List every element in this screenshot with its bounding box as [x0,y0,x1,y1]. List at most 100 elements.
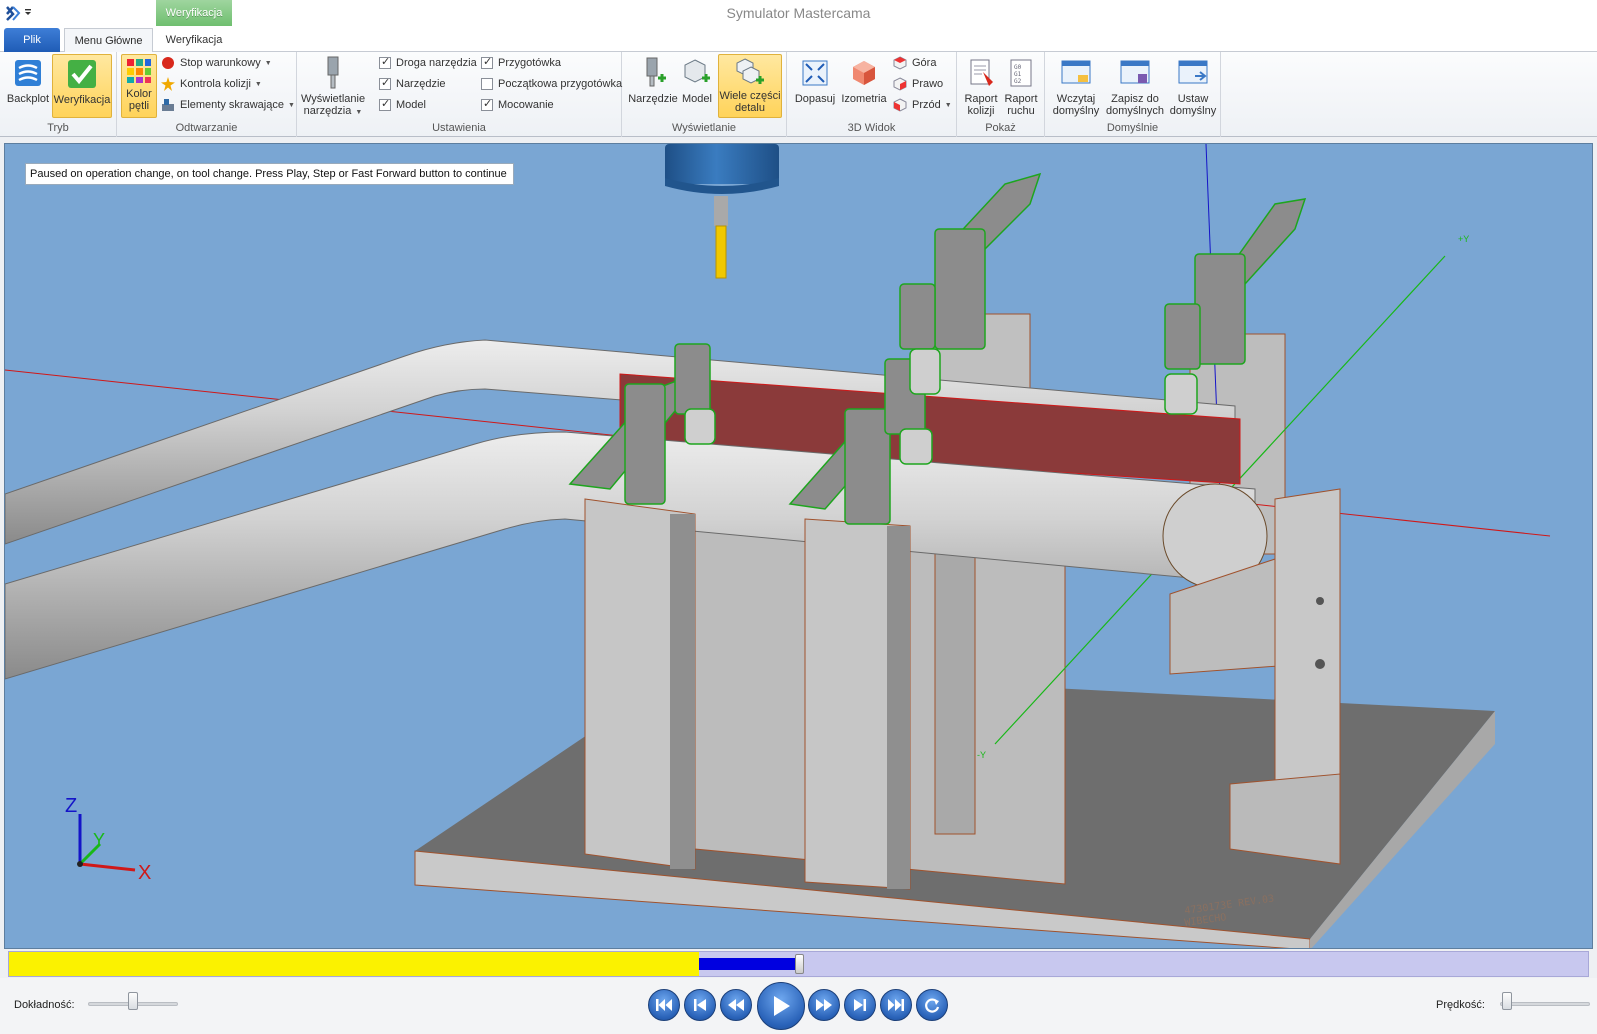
save-default-button[interactable]: Zapisz do domyślnych [1105,54,1165,118]
tool-check-box[interactable] [379,76,391,90]
motion-report-label-1: Raport [1004,93,1038,105]
loop-button[interactable] [916,989,948,1021]
fixture-check-box[interactable] [481,97,493,111]
group-ustawienia: Wyświetlanie narzędzia▼ Droga narzędzia … [297,52,622,137]
fit-button[interactable]: Dopasuj [793,54,837,118]
svg-text:G0: G0 [1014,64,1022,71]
initial-stock-checkbox[interactable]: Początkowa przygotówka [481,75,622,93]
right-view-button[interactable]: Prawo [893,75,943,93]
multi-part-button[interactable]: Wiele części detalu [718,54,782,118]
color-palette-icon [127,59,151,83]
isometric-button[interactable]: Izometria [839,54,889,118]
multi-part-label-2: detalu [735,102,765,114]
go-to-start-button[interactable] [648,989,680,1021]
accuracy-slider-handle[interactable] [128,992,138,1010]
svg-text:G1: G1 [1014,71,1022,78]
toolpath-checkbox[interactable]: Droga narzędzia [379,54,477,72]
backplot-button[interactable]: Backplot [4,54,52,118]
simulation-scene: 4730173E REV.03 WIBECHO +Y -Y Z Y X [5,144,1551,948]
stock-checkbox[interactable]: Przygotówka [481,54,561,72]
collision-check-dropdown[interactable]: Kontrola kolizji ▼ [161,75,262,93]
backplot-label: Backplot [6,93,50,105]
play-icon [774,996,790,1016]
show-tool-button[interactable]: Narzędzie [628,54,678,118]
conditional-stop-label: Stop warunkowy [180,57,261,69]
top-view-button[interactable]: Góra [893,54,936,72]
motion-report-button[interactable]: G0 G1 G2 Raport ruchu [1001,54,1041,118]
motion-report-label-2: ruchu [1007,105,1035,117]
tool-display-label-2: narzędzia [303,105,352,117]
multi-part-icon [736,58,764,84]
group-pokaz: Raport kolizji G0 G1 G2 Raport ruchu Pok… [957,52,1045,137]
simulation-timeline[interactable] [8,951,1589,977]
tab-verification[interactable]: Weryfikacja [156,28,232,52]
collision-report-button[interactable]: Raport kolizji [961,54,1001,118]
collision-report-label-1: Raport [964,93,998,105]
ribbon-tabs: Plik Menu Główne Weryfikacja [0,26,1597,52]
timeline-completed-segment [9,952,700,976]
step-back-button[interactable] [684,989,716,1021]
plus-y-label: +Y [1458,234,1469,244]
cutting-elements-label: Elementy skrawające [180,99,284,111]
group-odtwarzanie: Kolor pętli Stop warunkowy ▼ Kontrola kol… [117,52,297,137]
loop-color-label-2: pętli [128,100,150,112]
speed-slider-track[interactable] [1500,1002,1590,1006]
ribbon: Backplot Weryfikacja Tryb Kolor pętli St… [0,52,1597,137]
load-default-label-2: domyślny [1052,105,1100,117]
show-model-label: Model [682,93,712,105]
stock-label: Przygotówka [498,57,561,69]
loop-icon [925,998,940,1013]
play-button[interactable] [757,982,805,1030]
context-tab-verification: Weryfikacja [156,0,232,26]
chevron-down-icon: ▼ [355,109,363,116]
checkmark-icon [68,60,96,88]
group-label-domyslnie: Domyślnie [1106,122,1159,134]
front-view-dropdown[interactable]: Przód ▼ [893,96,952,114]
model-checkbox[interactable]: Model [379,96,426,114]
rewind-button[interactable] [720,989,752,1021]
step-forward-button[interactable] [844,989,876,1021]
chevron-down-icon: ▼ [944,101,952,109]
fast-forward-button[interactable] [808,989,840,1021]
isometric-cube-icon [853,61,875,85]
weryfikacja-button[interactable]: Weryfikacja [52,54,112,118]
cutting-elements-dropdown[interactable]: Elementy skrawające ▼ [161,96,295,114]
go-to-end-button[interactable] [880,989,912,1021]
toolpath-check-box[interactable] [379,55,391,69]
group-label-ustawienia: Ustawienia [432,122,486,134]
tool-checkbox[interactable]: Narzędzie [379,75,446,93]
title-bar: Symulator Mastercama [0,0,1597,26]
collision-icon [161,77,175,91]
loop-color-label-1: Kolor [126,88,152,100]
load-default-icon [1061,60,1091,84]
conditional-stop-dropdown[interactable]: Stop warunkowy ▼ [161,54,272,72]
model-icon [684,59,710,83]
window-title: Symulator Mastercama [726,5,871,21]
load-default-label-1: Wczytaj [1056,93,1096,105]
svg-text:G2: G2 [1014,78,1022,85]
speed-slider-handle[interactable] [1501,992,1512,1010]
multi-part-label-1: Wiele części [719,90,781,102]
simulation-viewport[interactable]: 4730173E REV.03 WIBECHO +Y -Y Z Y X Paus… [4,143,1593,949]
loop-color-button[interactable]: Kolor pętli [121,54,157,118]
tab-file[interactable]: Plik [4,28,60,52]
stock-check-box[interactable] [481,55,493,69]
load-default-button[interactable]: Wczytaj domyślny [1049,54,1103,118]
chevron-down-icon: ▼ [254,80,262,88]
model-check-box[interactable] [379,97,391,111]
tool-display-button[interactable]: Wyświetlanie narzędzia ▼ [301,54,365,118]
collision-check-label: Kontrola kolizji [180,78,251,90]
fit-label: Dopasuj [794,93,836,105]
tab-main-menu[interactable]: Menu Główne [64,28,153,52]
show-tool-label: Narzędzie [628,93,678,105]
initial-stock-check-box[interactable] [481,78,493,90]
model-label: Model [396,99,426,111]
set-default-button[interactable]: Ustaw domyślny [1167,54,1219,118]
cutting-elements-icon [162,99,174,111]
set-default-label-1: Ustaw [1177,93,1209,105]
timeline-position-handle[interactable] [794,954,804,974]
fixture-checkbox[interactable]: Mocowanie [481,96,554,114]
show-model-button[interactable]: Model [678,54,716,118]
fit-icon [802,60,828,86]
step-forward-icon [854,999,866,1011]
